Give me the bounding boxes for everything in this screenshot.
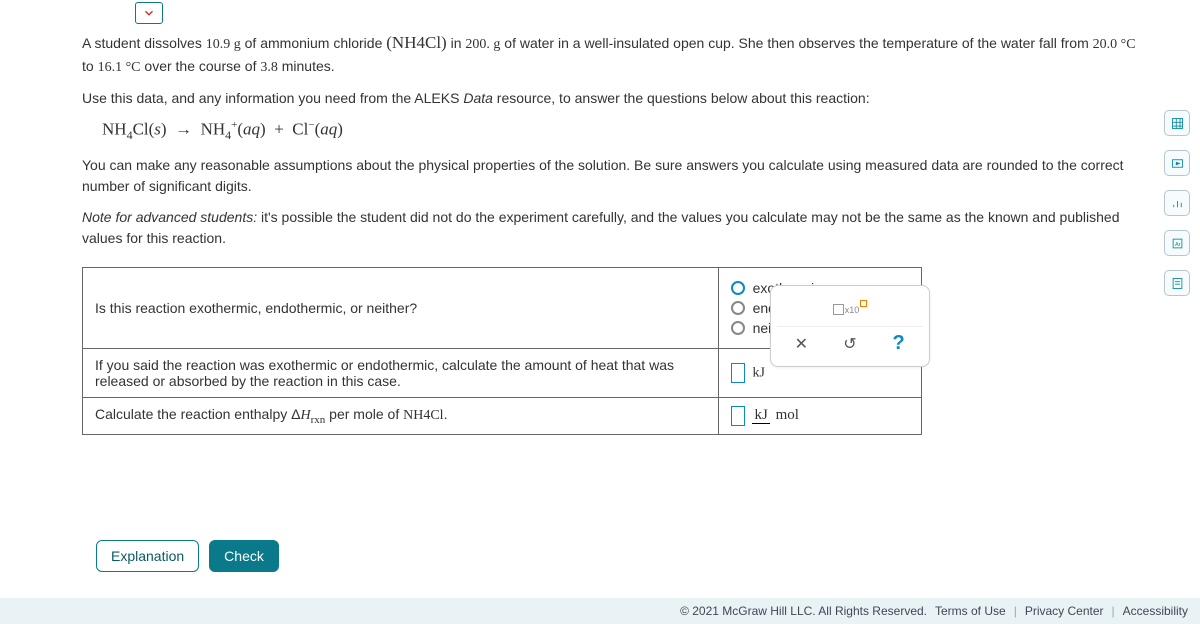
stats-button[interactable] [1164,190,1190,216]
data-resource-button[interactable] [1164,110,1190,136]
check-button[interactable]: Check [209,540,279,572]
q3-answer: kJ mol [718,397,921,434]
enthalpy-input[interactable] [731,406,745,426]
element-icon: Ar [1170,236,1185,251]
collapse-chevron[interactable] [135,2,163,24]
copyright-text: © 2021 McGraw Hill LLC. All Rights Reser… [680,604,927,618]
right-rail: Ar [1162,110,1192,296]
problem-para-2: Use this data, and any information you n… [82,88,1142,109]
help-icon: ? [893,332,905,355]
periodic-button[interactable]: Ar [1164,230,1190,256]
unit-kj-per-mol: kJ mol [752,407,800,424]
play-icon [1170,156,1185,171]
bottom-buttons: Explanation Check [96,540,279,572]
reset-button[interactable]: ↺ [830,329,870,359]
bars-icon [1170,196,1185,211]
x-icon: ✕ [795,334,808,354]
reset-icon: ↺ [843,334,856,354]
radio-icon [731,321,745,335]
heat-input[interactable] [731,363,745,383]
q3-text: Calculate the reaction enthalpy ΔHrxn pe… [83,397,719,434]
problem-para-1: A student dissolves 10.9 g of ammonium c… [82,30,1142,78]
problem-para-3: You can make any reasonable assumptions … [82,155,1142,197]
input-toolbox: x10 ✕ ↺ ? [770,285,930,367]
sci-notation-button[interactable]: x10 [830,294,870,324]
footer: © 2021 McGraw Hill LLC. All Rights Reser… [0,598,1200,624]
mass-solute: 10.9 g [206,37,241,52]
terms-link[interactable]: Terms of Use [935,604,1006,618]
video-button[interactable] [1164,150,1190,176]
privacy-link[interactable]: Privacy Center [1025,604,1104,618]
clear-button[interactable]: ✕ [781,329,821,359]
more-button[interactable] [1164,270,1190,296]
time-min: 3.8 [260,60,278,75]
reaction-equation: NH4Cl(s) → NH4+(aq) + Cl−(aq) [102,119,1142,143]
question-content: A student dissolves 10.9 g of ammonium c… [82,30,1142,435]
mass-water: 200. g [465,37,500,52]
advanced-note: Note for advanced students: it's possibl… [82,207,1142,249]
q1-text: Is this reaction exothermic, endothermic… [83,267,719,348]
accessibility-link[interactable]: Accessibility [1123,604,1188,618]
temp-start: 20.0 °C [1093,37,1136,52]
temp-end: 16.1 °C [98,60,141,75]
radio-icon [731,301,745,315]
help-button[interactable]: ? [879,329,919,359]
svg-text:Ar: Ar [1175,242,1181,248]
chevron-down-icon [142,6,156,20]
explanation-button[interactable]: Explanation [96,540,199,572]
radio-icon [731,281,745,295]
unit-kj: kJ [752,365,764,380]
grid-icon [1170,116,1185,131]
sheet-icon [1170,276,1185,291]
q2-text: If you said the reaction was exothermic … [83,348,719,397]
